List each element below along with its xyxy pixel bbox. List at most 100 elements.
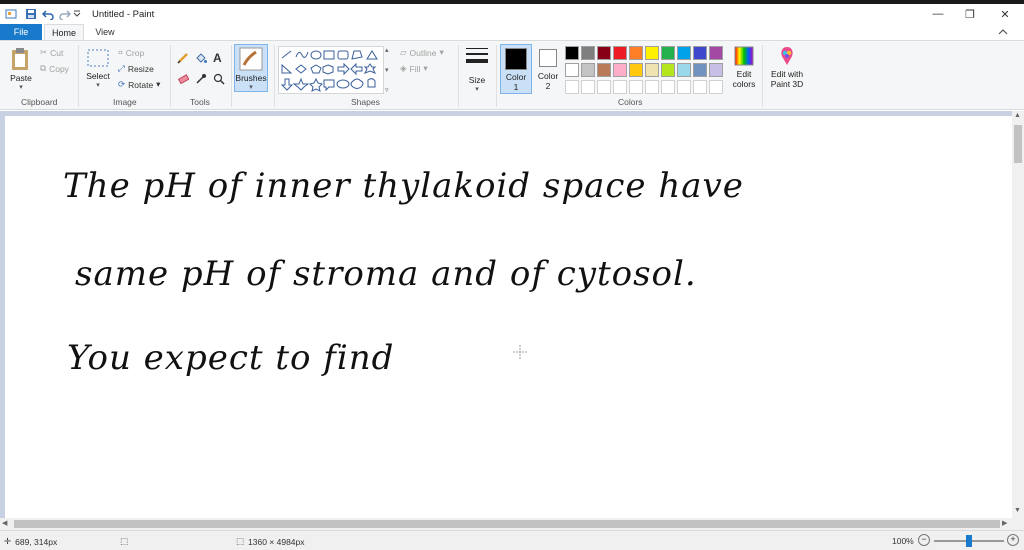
zoom-in-button[interactable]: + — [1007, 534, 1019, 546]
minimize-button[interactable]: — — [926, 6, 950, 22]
cut-button[interactable]: ✂ Cut — [40, 47, 63, 58]
scroll-left-icon[interactable]: ◀ — [2, 519, 7, 527]
paste-dropdown-icon: ▾ — [19, 84, 23, 91]
palette-swatch[interactable] — [581, 63, 595, 77]
palette-swatch[interactable] — [645, 46, 659, 60]
shapes-icon-grid — [280, 50, 378, 92]
palette-swatch[interactable] — [677, 46, 691, 60]
palette-custom-slot[interactable] — [709, 80, 723, 94]
palette-swatch[interactable] — [597, 63, 611, 77]
fill-button[interactable]: ◈ Fill ▾ — [400, 63, 428, 74]
select-button[interactable]: Select ▾ — [84, 47, 112, 89]
tab-home[interactable]: Home — [44, 24, 84, 40]
color2-swatch — [539, 49, 557, 67]
redo-icon[interactable] — [58, 7, 72, 21]
palette-swatch[interactable] — [709, 46, 723, 60]
vertical-scrollbar[interactable]: ▲ ▼ — [1012, 111, 1024, 518]
ribbon-collapse-icon[interactable] — [997, 26, 1009, 40]
restore-button[interactable]: ❐ — [958, 6, 982, 22]
pencil-icon[interactable] — [177, 52, 189, 66]
paste-button[interactable]: Paste ▾ — [6, 47, 36, 91]
undo-icon[interactable] — [41, 7, 55, 21]
group-divider — [78, 45, 79, 107]
palette-custom-slot[interactable] — [693, 80, 707, 94]
group-divider — [496, 45, 497, 107]
palette-swatch[interactable] — [581, 46, 595, 60]
palette-swatch[interactable] — [693, 63, 707, 77]
scroll-up-icon[interactable]: ▲ — [1014, 112, 1021, 119]
palette-swatch[interactable] — [709, 63, 723, 77]
shapes-expand-icon[interactable]: ▿ — [385, 86, 394, 94]
color-picker-icon[interactable] — [195, 73, 207, 87]
tab-file[interactable]: File — [0, 24, 42, 40]
canvas-size-icon: ⬚ — [236, 536, 245, 546]
palette-swatch[interactable] — [661, 46, 675, 60]
palette-swatch[interactable] — [645, 63, 659, 77]
text-tool-icon[interactable]: A — [213, 51, 222, 65]
palette-swatch[interactable] — [565, 46, 579, 60]
palette-swatch[interactable] — [661, 63, 675, 77]
fill-bucket-icon[interactable] — [195, 52, 207, 66]
edit-colors-button[interactable]: Edit colors — [730, 45, 758, 89]
palette-swatch[interactable] — [693, 46, 707, 60]
crop-icon: ⌗ — [118, 47, 123, 57]
vertical-scroll-thumb[interactable] — [1014, 125, 1022, 163]
palette-custom-slot[interactable] — [677, 80, 691, 94]
scroll-right-icon[interactable]: ▶ — [1002, 519, 1007, 527]
scroll-down-icon[interactable]: ▼ — [1014, 507, 1021, 514]
close-button[interactable]: ✕ — [993, 6, 1017, 22]
palette-swatch[interactable] — [613, 63, 627, 77]
canvas-dimensions: ⬚ 1360 × 4984px — [236, 536, 305, 547]
palette-custom-slot[interactable] — [565, 80, 579, 94]
zoom-out-button[interactable]: − — [918, 534, 930, 546]
window-title: Untitled - Paint — [92, 9, 155, 20]
shapes-scroll-up-icon[interactable]: ▴ — [385, 46, 394, 54]
copy-button[interactable]: ⧉ Copy — [40, 63, 69, 74]
horizontal-scrollbar[interactable]: ◀ ▶ — [0, 518, 1012, 530]
zoom-slider-thumb[interactable] — [966, 535, 972, 547]
line-width-icon — [466, 48, 488, 63]
palette-custom-slot[interactable] — [645, 80, 659, 94]
copy-icon: ⧉ — [40, 63, 47, 73]
brushes-button[interactable]: Brushes ▾ — [234, 44, 268, 92]
colors-group-label: Colors — [618, 97, 643, 107]
palette-custom-slot[interactable] — [597, 80, 611, 94]
palette-swatch[interactable] — [629, 63, 643, 77]
outline-button[interactable]: ▱ Outline ▾ — [400, 47, 444, 58]
group-divider — [458, 45, 459, 107]
palette-swatch[interactable] — [629, 46, 643, 60]
outline-label: Outline — [409, 47, 437, 58]
magnifier-icon[interactable] — [213, 73, 225, 87]
paint3d-label: Edit with — [770, 69, 804, 79]
palette-custom-slot[interactable] — [613, 80, 627, 94]
fill-label: Fill — [409, 63, 421, 74]
palette-custom-slot[interactable] — [661, 80, 675, 94]
handwritten-line-1: The pH of inner thylakoid space have — [63, 166, 744, 206]
shapes-scroll[interactable]: ▴ ▾ ▿ — [385, 46, 394, 94]
shapes-scroll-down-icon[interactable]: ▾ — [385, 66, 394, 74]
palette-custom-slot[interactable] — [581, 80, 595, 94]
customize-qat-icon[interactable] — [72, 7, 82, 21]
drawing-canvas[interactable]: The pH of inner thylakoid space have sam… — [5, 116, 1012, 518]
size-button[interactable]: Size ▾ — [462, 45, 492, 93]
save-icon[interactable] — [24, 7, 38, 21]
zoom-level-value: 100% — [892, 536, 914, 546]
rotate-button[interactable]: ⟳ Rotate ▾ — [118, 79, 160, 90]
resize-button[interactable]: ⤢ Resize — [118, 63, 154, 74]
brushes-dropdown-icon: ▾ — [249, 84, 253, 91]
tab-view[interactable]: View — [86, 24, 124, 40]
palette-swatch[interactable] — [677, 63, 691, 77]
palette-swatch[interactable] — [613, 46, 627, 60]
handwritten-line-3: You expect to find — [67, 338, 395, 378]
shapes-gallery[interactable] — [278, 46, 384, 94]
edit-with-paint3d-button[interactable]: Edit with Paint 3D — [766, 45, 808, 89]
crop-button[interactable]: ⌗ Crop — [118, 47, 144, 58]
color2-button[interactable]: Color 2 — [534, 44, 562, 94]
eraser-icon[interactable] — [177, 73, 190, 87]
group-divider — [170, 45, 171, 107]
palette-swatch[interactable] — [597, 46, 611, 60]
palette-swatch[interactable] — [565, 63, 579, 77]
color1-button[interactable]: Color 1 — [500, 44, 532, 94]
palette-custom-slot[interactable] — [629, 80, 643, 94]
horizontal-scroll-thumb[interactable] — [14, 520, 1000, 528]
